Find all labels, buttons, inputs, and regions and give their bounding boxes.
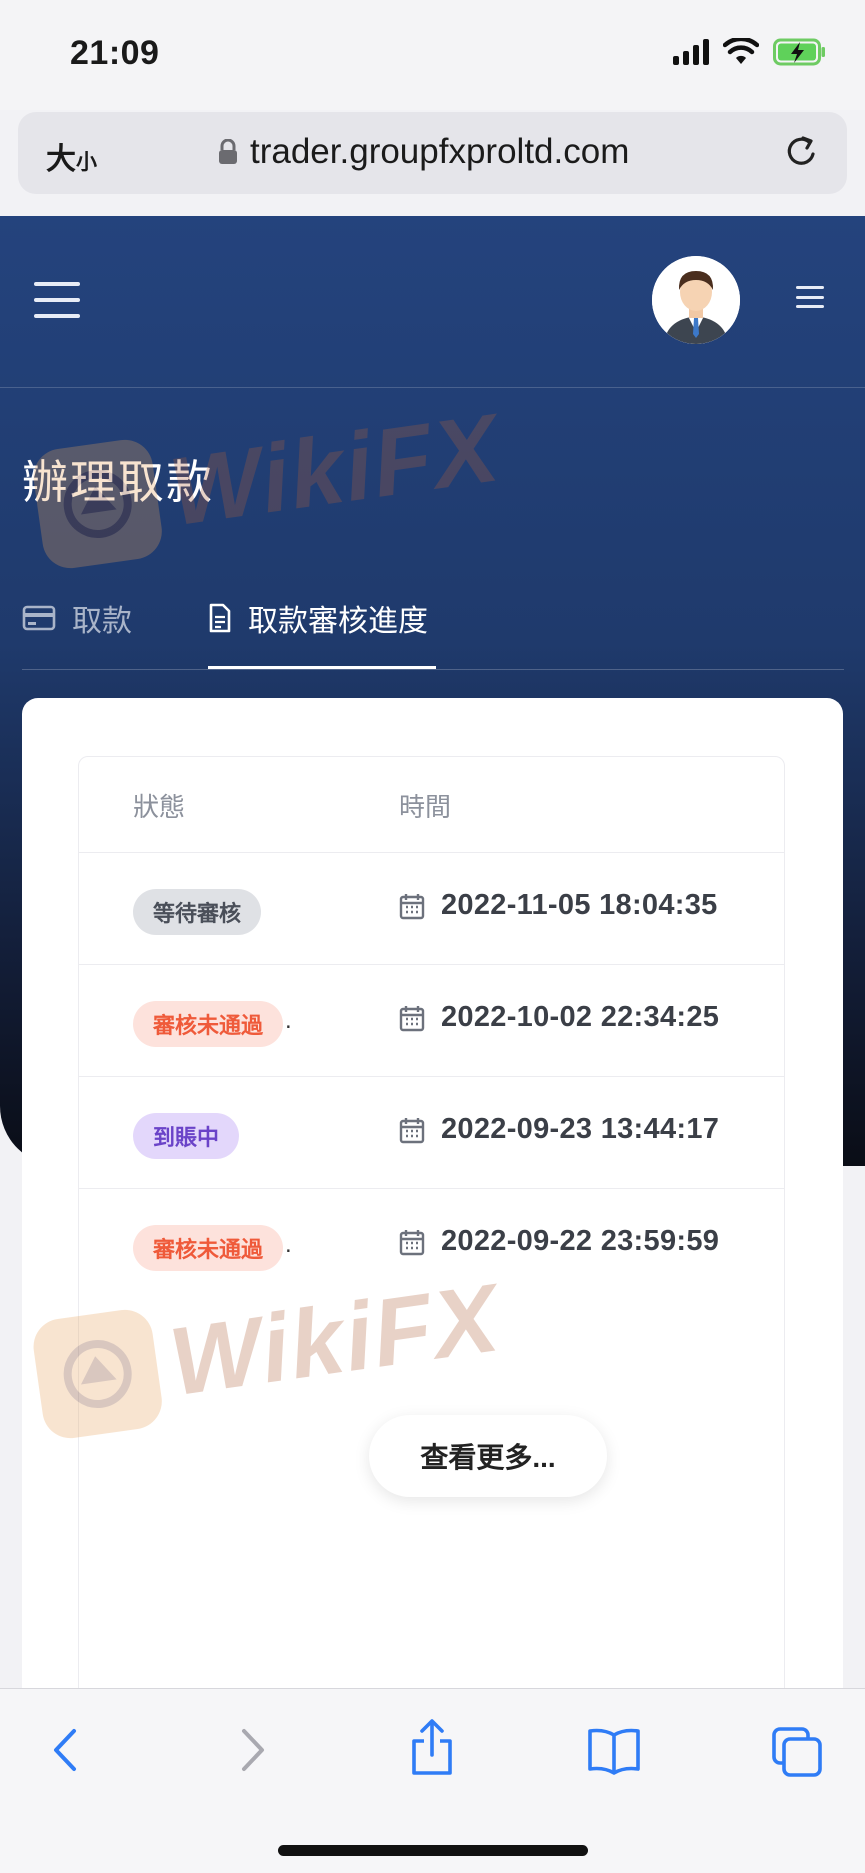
text-size-button[interactable]: 大小 (46, 134, 97, 178)
row-datetime: 2022-11-05 18:04:35 (441, 889, 718, 921)
status-bar: 21:09 (0, 0, 865, 110)
browser-toolbar (0, 1688, 865, 1873)
battery-charging-icon (773, 38, 825, 66)
credit-card-icon (22, 605, 56, 631)
row-time: 2022-09-22 23:59:59 (399, 1225, 719, 1258)
options-menu-button[interactable] (796, 286, 824, 308)
lock-icon (219, 139, 237, 164)
wifi-icon (723, 38, 759, 64)
status-badge: 等待審核 (133, 889, 262, 935)
status-badge: 審核未通過 (133, 1001, 284, 1047)
status-icons (673, 38, 827, 66)
calendar-icon (399, 1005, 425, 1031)
truncation-dot: . (285, 1231, 292, 1258)
status-time: 21:09 (70, 34, 160, 72)
table-row[interactable]: 審核未通過 . 2022-09-22 23:59:59 (79, 1189, 784, 1301)
status-badge: 審核未通過 (133, 1225, 284, 1271)
back-icon[interactable] (46, 1725, 86, 1775)
tab-withdraw-review-progress[interactable]: 取款審核進度 (208, 596, 428, 640)
text-size-small-label: 小 (76, 151, 97, 174)
top-nav (0, 216, 865, 388)
avatar[interactable] (652, 256, 740, 344)
column-header-status: 狀態 (133, 792, 186, 822)
cellular-signal-icon (673, 39, 709, 65)
address-bar[interactable]: 大小 trader.groupfxproltd.com (18, 112, 847, 194)
truncation-dot: . (285, 1007, 292, 1034)
tab-withdraw[interactable]: 取款 (22, 596, 132, 640)
view-more-button[interactable]: 查看更多... (369, 1415, 607, 1497)
row-time: 2022-11-05 18:04:35 (399, 889, 718, 922)
status-badge: 到賬中 (133, 1113, 240, 1159)
calendar-icon (399, 1229, 425, 1255)
document-icon (209, 603, 231, 633)
row-datetime: 2022-09-23 13:44:17 (441, 1113, 720, 1145)
reload-icon[interactable] (781, 132, 821, 172)
tab-withdraw-label: 取款 (72, 605, 132, 638)
row-datetime: 2022-09-22 23:59:59 (441, 1225, 720, 1257)
calendar-icon (399, 893, 425, 919)
tabs-icon[interactable] (770, 1725, 824, 1779)
sidebar-menu-button[interactable] (34, 282, 80, 318)
row-datetime: 2022-10-02 22:34:25 (441, 1001, 720, 1033)
home-indicator (278, 1845, 588, 1856)
tab-bar: 取款 取款審核進度 (22, 576, 844, 670)
table-header: 狀態 時間 (79, 757, 784, 853)
row-time: 2022-10-02 22:34:25 (399, 1001, 719, 1034)
tab-review-label: 取款審核進度 (248, 605, 428, 638)
calendar-icon (399, 1117, 425, 1143)
share-icon[interactable] (408, 1717, 456, 1777)
url-text: trader.groupfxproltd.com (250, 132, 630, 171)
forward-icon[interactable] (232, 1725, 272, 1775)
url-display[interactable]: trader.groupfxproltd.com (218, 132, 629, 172)
row-time: 2022-09-23 13:44:17 (399, 1113, 719, 1146)
bookmarks-icon[interactable] (586, 1725, 642, 1775)
page-title: 辦理取款 (22, 456, 214, 508)
table-row[interactable]: 到賬中 2022-09-23 13:44:17 (79, 1077, 784, 1189)
table-row[interactable]: 審核未通過 . 2022-10-02 22:34:25 (79, 965, 784, 1077)
table-row[interactable]: 等待審核 2022-11-05 18:04:35 (79, 853, 784, 965)
active-tab-indicator (208, 666, 436, 669)
column-header-time: 時間 (399, 792, 452, 822)
text-size-large-label: 大 (46, 143, 76, 176)
user-avatar-icon (652, 256, 740, 344)
